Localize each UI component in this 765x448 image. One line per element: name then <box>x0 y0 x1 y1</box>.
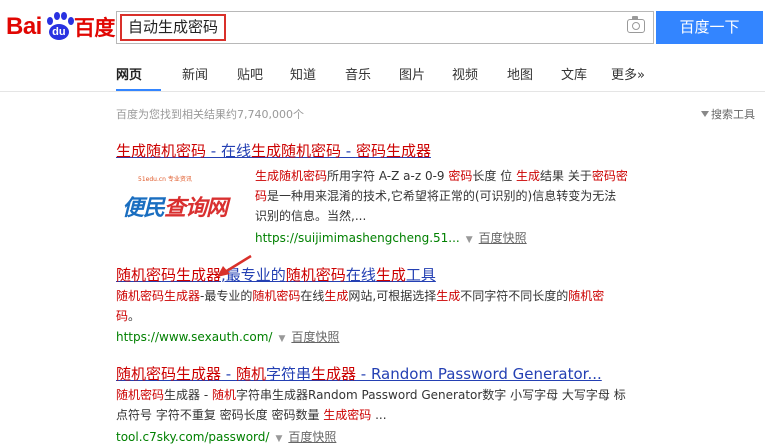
highlight-keyword: 随机密码生成器 <box>116 289 201 303</box>
baidu-logo[interactable]: Bai du 百度 <box>6 12 115 42</box>
snapshot-link[interactable]: 百度快照 <box>288 430 336 444</box>
text-segment: 在线 <box>345 266 376 284</box>
result-snippet: 随机密码生成器-最专业的随机密码在线生成网站,可根据选择生成不同字符不同长度的随… <box>116 286 676 326</box>
dropdown-icon[interactable]: ▼ <box>466 235 473 245</box>
highlight-keyword: 随机密码 <box>116 388 165 402</box>
tab-5[interactable]: 图片 <box>399 64 425 83</box>
highlight-keyword: 随机密 <box>568 289 605 303</box>
highlight-keyword: 密码密 <box>591 169 628 183</box>
snippet-line: 点符号 字符不重复 密码长度 密码数量 生成密码 ... <box>116 405 676 425</box>
result-snippet: 生成随机密码所用字符 A-Z a-z 0-9 密码长度 位 生成结果 关于密码密… <box>255 166 655 226</box>
logo-text-paw: du <box>48 24 69 40</box>
highlight-keyword: 生成随机密码 <box>255 169 328 183</box>
camera-icon[interactable] <box>627 16 645 33</box>
highlight-keyword: 随机密码 <box>252 289 301 303</box>
snapshot-link[interactable]: 百度快照 <box>291 330 339 344</box>
snapshot-link[interactable]: 百度快照 <box>479 231 527 245</box>
snippet-line: 识别的信息。当然,... <box>255 206 655 226</box>
divider <box>0 91 765 92</box>
highlight-keyword: 生成 <box>516 169 541 183</box>
text-segment: 所用字符 A-Z a-z 0-9 <box>327 169 449 183</box>
highlight-keyword: 随机 <box>235 365 266 383</box>
highlight-keyword: 生成 <box>324 289 349 303</box>
text-segment: - 在线 <box>206 142 251 160</box>
result-url-row: https://suijimimashengcheng.51... ▼ 百度快照 <box>255 229 527 246</box>
tab-6[interactable]: 视频 <box>452 64 478 83</box>
text-segment: 不同字符不同长度的 <box>460 289 569 303</box>
text-segment: 长度 位 <box>472 169 517 183</box>
result-url[interactable]: tool.c7sky.com/password/ <box>116 430 269 444</box>
highlight-keyword: 随机密码生成器 <box>116 266 222 284</box>
annotation-arrow-icon <box>217 254 252 277</box>
snippet-line: 随机密码生成器-最专业的随机密码在线生成网站,可根据选择生成不同字符不同长度的随… <box>116 286 676 306</box>
text-segment: 字符串生成器Random Password Generator数字 小写字母 大… <box>236 388 626 402</box>
highlight-keyword: 生成器 <box>311 365 357 383</box>
tab-9[interactable]: 更多» <box>611 64 645 83</box>
snippet-line: 码。 <box>116 306 676 326</box>
highlight-keyword: 密码生成器 <box>355 142 431 160</box>
highlight-keyword: 生成随机密码 <box>250 142 341 160</box>
tab-2[interactable]: 贴吧 <box>237 64 263 83</box>
text-segment: -最专业的 <box>200 289 253 303</box>
tab-3[interactable]: 知道 <box>290 64 316 83</box>
thumb-logo-text: 便民查询网 <box>122 196 228 221</box>
result-count: 百度为您找到相关结果约7,740,000个 <box>116 108 304 121</box>
text-segment: - <box>221 365 236 383</box>
header: Bai du 百度 自动生成密码 百度一下 <box>0 0 765 56</box>
result-title[interactable]: 生成随机密码 - 在线生成随机密码 - 密码生成器 <box>116 140 431 161</box>
text-segment: 点符号 字符不重复 密码长度 密码数量 <box>116 408 324 422</box>
text-segment: 网站,可根据选择 <box>348 289 437 303</box>
highlight-keyword: 随机密码 <box>285 266 346 284</box>
result-snippet: 随机密码生成器 - 随机字符串生成器Random Password Genera… <box>116 385 676 425</box>
paw-icon: du <box>43 12 74 42</box>
highlight-keyword: 生成 <box>436 289 461 303</box>
result-title[interactable]: 随机密码生成器 - 随机字符串生成器 - Random Password Gen… <box>116 363 602 384</box>
dropdown-icon[interactable]: ▼ <box>278 334 285 344</box>
search-input[interactable]: 自动生成密码 <box>116 11 654 44</box>
result-url[interactable]: https://suijimimashengcheng.51... <box>255 231 460 245</box>
highlight-keyword: 码 <box>116 309 129 323</box>
thumb-small-text: 51edu.cn 专业资讯 <box>138 176 192 183</box>
result-url-row: tool.c7sky.com/password/ ▼ 百度快照 <box>116 428 336 445</box>
search-query-highlight: 自动生成密码 <box>120 14 227 41</box>
text-segment: 结果 关于 <box>540 169 592 183</box>
tab-8[interactable]: 文库 <box>561 64 587 83</box>
text-segment: 在线 <box>300 289 325 303</box>
logo-text-right: 百度 <box>73 16 116 40</box>
text-segment: - <box>340 142 356 160</box>
highlight-keyword: 生成 <box>375 266 406 284</box>
filter-icon <box>701 111 709 117</box>
highlight-keyword: 生成密码 <box>323 408 372 422</box>
text-segment: - Random Password Generator... <box>356 365 602 383</box>
highlight-keyword: 随机 <box>211 388 236 402</box>
search-button[interactable]: 百度一下 <box>656 11 763 44</box>
result-url-row: https://www.sexauth.com/ ▼ 百度快照 <box>116 328 339 345</box>
highlight-keyword: 随机密码生成器 <box>116 365 222 383</box>
tab-1[interactable]: 新闻 <box>182 64 208 83</box>
highlight-keyword: 生成随机密码 <box>116 142 207 160</box>
search-tools-label: 搜索工具 <box>711 108 755 121</box>
text-segment: 识别的信息。当然,... <box>255 209 367 223</box>
highlight-keyword: 码 <box>255 189 268 203</box>
text-segment: 生成器 - <box>164 388 212 402</box>
snippet-line: 码是一种用来混淆的技术,它希望将正常的(可识别的)信息转变为无法 <box>255 186 655 206</box>
result-thumbnail[interactable]: 51edu.cn 专业资讯 便民查询网 <box>116 168 244 230</box>
tab-4[interactable]: 音乐 <box>345 64 371 83</box>
tab-0[interactable]: 网页 <box>116 64 142 83</box>
text-segment: ... <box>371 408 387 422</box>
dropdown-icon[interactable]: ▼ <box>275 434 282 444</box>
text-segment: 工具 <box>405 266 436 284</box>
result-url[interactable]: https://www.sexauth.com/ <box>116 330 272 344</box>
text-segment: 。 <box>128 309 141 323</box>
text-segment: 字符串 <box>265 365 311 383</box>
result-title[interactable]: 随机密码生成器,最专业的随机密码在线生成工具 <box>116 264 436 285</box>
search-tools-button[interactable]: 搜索工具 <box>701 106 755 122</box>
snippet-line: 随机密码生成器 - 随机字符串生成器Random Password Genera… <box>116 385 676 405</box>
tab-7[interactable]: 地图 <box>507 64 533 83</box>
logo-text-left: Bai <box>6 13 42 40</box>
highlight-keyword: 密码 <box>448 169 473 183</box>
snippet-line: 生成随机密码所用字符 A-Z a-z 0-9 密码长度 位 生成结果 关于密码密 <box>255 166 655 186</box>
text-segment: 是一种用来混淆的技术,它希望将正常的(可识别的)信息转变为无法 <box>267 189 617 203</box>
